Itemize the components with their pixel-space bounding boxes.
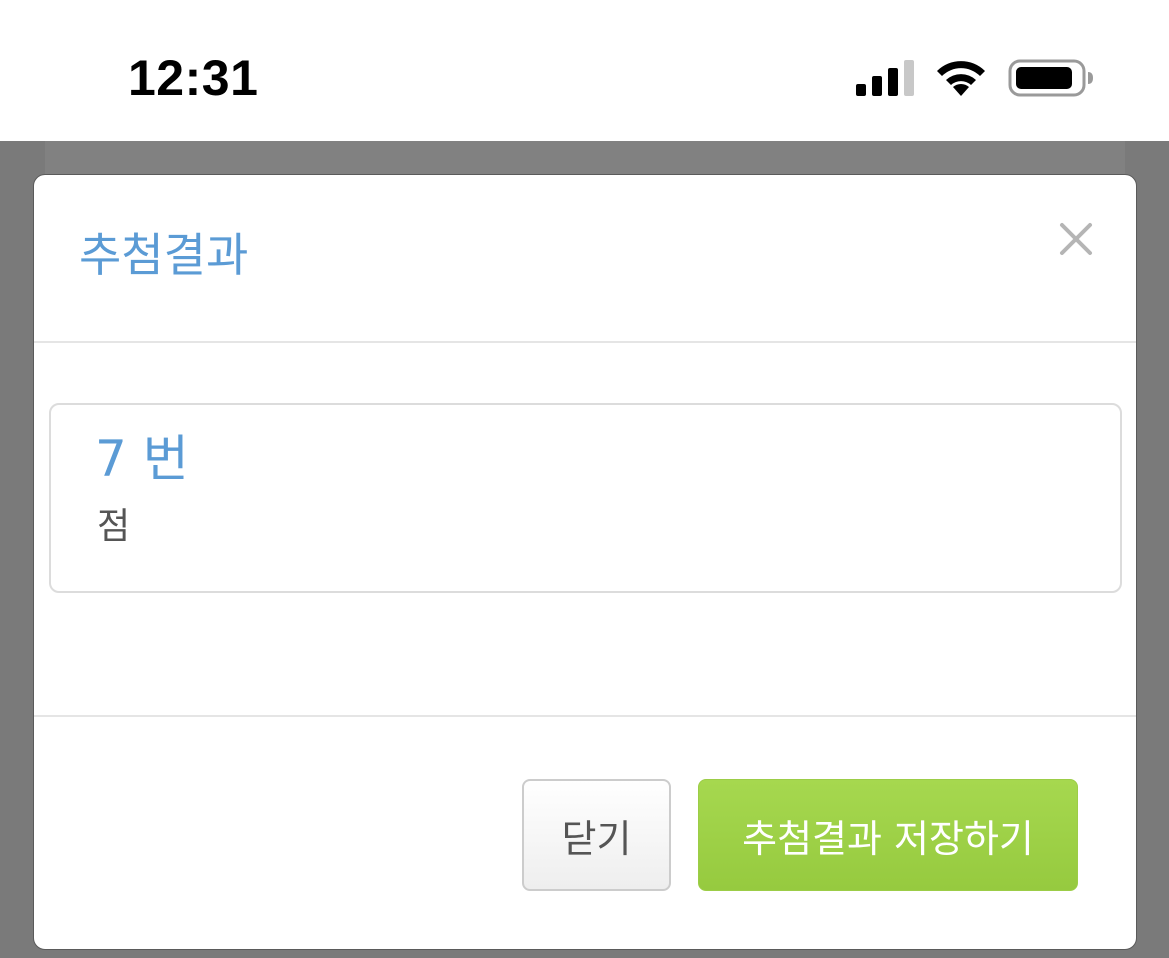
battery-icon: [1008, 59, 1093, 97]
modal-title: 추첨결과: [79, 228, 249, 282]
status-bar: 12:31: [0, 0, 1169, 141]
modal-body: 7 번 점: [34, 343, 1136, 715]
save-result-button[interactable]: 추첨결과 저장하기: [698, 779, 1078, 891]
modal-header: 추첨결과: [34, 175, 1136, 343]
result-number: 7 번: [95, 430, 189, 488]
status-time: 12:31: [128, 50, 259, 106]
signal-bars-icon: [856, 60, 914, 96]
modal-footer: 닫기 추첨결과 저장하기: [34, 715, 1136, 949]
close-button[interactable]: [1056, 219, 1096, 259]
result-modal: 추첨결과 7 번 점 닫기 추첨결과 저장하기: [33, 174, 1137, 950]
result-subtext: 점: [97, 506, 131, 547]
result-card: 7 번 점: [49, 403, 1122, 593]
close-dialog-button[interactable]: 닫기: [522, 779, 671, 891]
close-icon: [1060, 223, 1092, 255]
wifi-icon: [937, 61, 985, 96]
